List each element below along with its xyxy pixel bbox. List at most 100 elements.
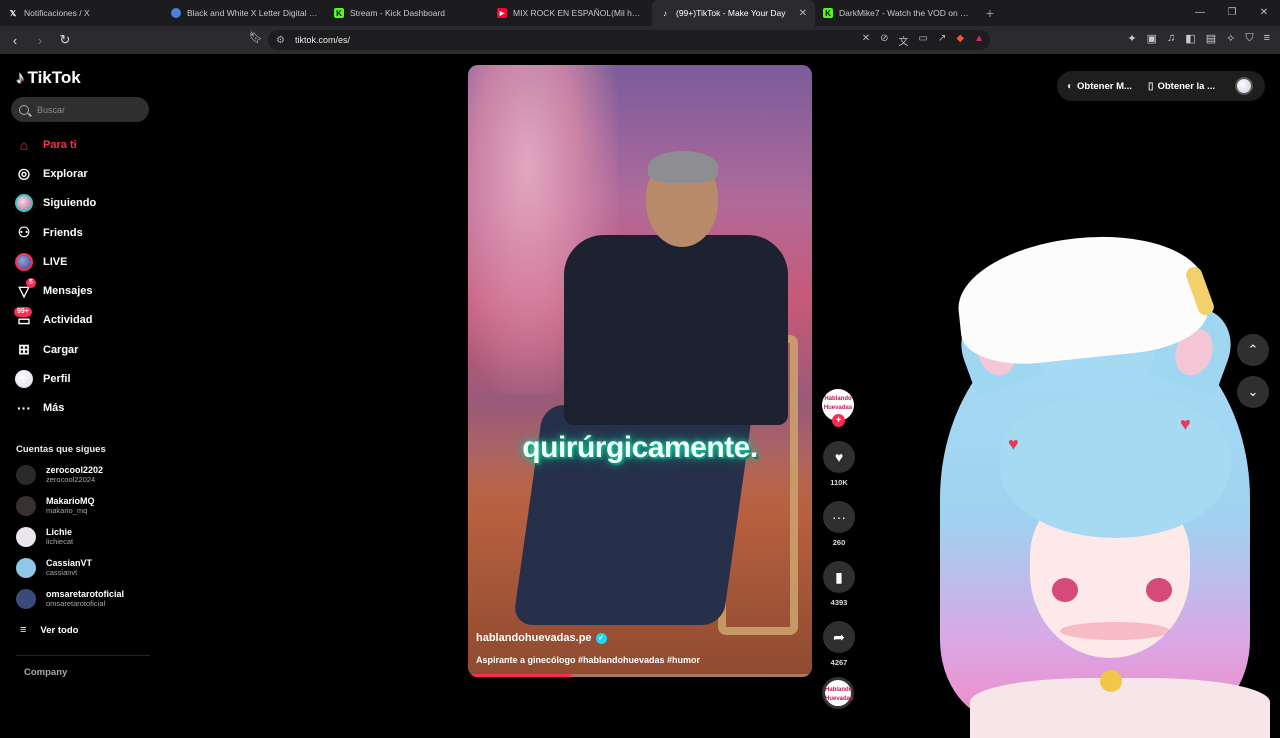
account-handle: zerocool22024	[46, 475, 96, 484]
home-icon: ⌂	[19, 136, 29, 153]
get-app-button[interactable]: ▯ Obtener la ...	[1148, 81, 1215, 92]
leo-ai-icon[interactable]: ✧	[1226, 32, 1235, 45]
minimize-icon[interactable]: —	[1184, 0, 1216, 26]
music-disc-text: Hablando Huevadas	[825, 687, 854, 702]
video-author-name: hablandohuevadas.pe	[476, 632, 592, 644]
address-bar[interactable]: ⚙︎ tiktok.com/es/ ✕ ⊘ 文 ▭ ↗ ◆ ▲	[268, 30, 990, 50]
video-description[interactable]: Aspirante a ginecólogo #hablandohuevadas…	[476, 655, 700, 665]
sidebar-item-label: Mensajes	[43, 285, 93, 298]
following-account[interactable]: omsaretarotoficial omsaretarotoficial	[16, 585, 156, 613]
sidebar-item-label: Más	[43, 402, 65, 415]
search-input[interactable]: Buscar	[11, 97, 149, 122]
comment-icon[interactable]: ···	[823, 501, 855, 533]
creator-avatar-text: Hablando Huevadas	[823, 396, 853, 411]
vpn-icon[interactable]: ⛉	[1245, 32, 1253, 45]
sidebar-item-mas[interactable]: ··· Más	[14, 394, 164, 423]
vtuber-overlay: ♥ ♥	[910, 225, 1280, 738]
account-avatar	[16, 465, 36, 485]
account-name: MakarioMQ	[46, 496, 95, 506]
sidebar-item-siguiendo[interactable]: Siguiendo	[14, 189, 164, 218]
following-account[interactable]: zerocool2202 zerocool22024	[16, 461, 156, 489]
sidebar-item-label: Friends	[43, 226, 83, 239]
new-tab-button[interactable]: +	[978, 5, 1002, 21]
following-account[interactable]: MakarioMQ makario_mq	[16, 492, 156, 520]
mute-icon[interactable]: ✕	[862, 33, 870, 48]
brand-name: TikTok	[27, 68, 81, 87]
sidebar-item-cargar[interactable]: ⊞ Cargar	[14, 335, 164, 364]
translate-icon[interactable]: 文	[899, 33, 909, 48]
search-icon	[19, 104, 29, 115]
user-avatar[interactable]	[1235, 77, 1253, 95]
tab-x-notifications[interactable]: 𝕏 Notificaciones / X	[0, 0, 163, 26]
url-text: tiktok.com/es/	[294, 35, 350, 45]
sidebar-divider	[16, 655, 150, 656]
globe-icon	[171, 8, 181, 18]
video-actions: Hablando Huevadas + ♥ 110K ··· 260 ▮ 439…	[822, 389, 856, 709]
following-account[interactable]: CassianVT cassianvt	[16, 554, 156, 582]
tab-tiktok[interactable]: ♪ (99+)TikTok - Make Your Day ✕	[652, 0, 815, 26]
no-camera-icon[interactable]: ⊘	[880, 33, 888, 48]
tab-youtube-mix[interactable]: ▶ MIX ROCK EN ESPAÑOL(Mil horas, Fl	[489, 0, 652, 26]
video-author[interactable]: hablandohuevadas.pe ✓	[476, 632, 607, 644]
close-tab-icon[interactable]: ✕	[799, 8, 807, 19]
address-bar-icons: ✕ ⊘ 文 ▭ ↗ ◆ ▲	[862, 33, 984, 48]
comment-action[interactable]: ··· 260	[822, 501, 856, 547]
sidebar-item-explorar[interactable]: ◎ Explorar	[14, 159, 164, 188]
share-page-icon[interactable]: ↗	[938, 33, 946, 48]
see-all-button[interactable]: ≡ Ver todo	[20, 624, 78, 636]
close-window-icon[interactable]: ✕	[1248, 0, 1280, 26]
sidebar-item-label: Cargar	[43, 343, 79, 356]
bookmark-icon[interactable]: ▮	[823, 561, 855, 593]
tiktok-logo-icon: ♪	[663, 8, 667, 18]
coin-icon: ◐	[1067, 80, 1074, 92]
company-link[interactable]: Company	[24, 667, 67, 678]
extensions-icon[interactable]: ✦	[1127, 32, 1136, 45]
back-icon[interactable]: ‹	[5, 30, 25, 50]
like-count: 110K	[830, 478, 848, 487]
sidebar-item-friends[interactable]: ⚇ Friends	[14, 218, 164, 247]
save-action[interactable]: ▮ 4393	[822, 561, 856, 607]
heart-icon[interactable]: ♥	[823, 441, 855, 473]
brave-rewards-icon[interactable]: ▲	[974, 33, 984, 48]
sidebar-item-para-ti[interactable]: ⌂ Para ti	[14, 130, 164, 159]
following-header: Cuentas que sigues	[16, 444, 106, 455]
screenshot-icon[interactable]: ▣	[1147, 32, 1157, 45]
menu-icon[interactable]: ≡	[1264, 32, 1270, 45]
reload-icon[interactable]: ↻	[55, 30, 75, 50]
following-account[interactable]: Lichie lichiecat	[16, 523, 156, 551]
wallet-icon[interactable]: ▤	[1206, 32, 1216, 45]
follow-plus-icon[interactable]: +	[832, 414, 845, 427]
sidebar-item-label: Siguiendo	[43, 197, 97, 210]
sidebar-item-perfil[interactable]: Perfil	[14, 364, 164, 393]
music-disc[interactable]: Hablando Huevadas	[822, 677, 854, 709]
restore-icon[interactable]: ❐	[1216, 0, 1248, 26]
tab-digital-com[interactable]: Black and White X Letter Digital Com	[163, 0, 326, 26]
bookmark-page-icon[interactable]: 🔖︎	[249, 31, 263, 44]
video-player[interactable]: quirúrgicamente. hablandohuevadas.pe ✓ A…	[468, 65, 812, 677]
sidebar-item-mensajes[interactable]: ▽ 5 Mensajes	[14, 276, 164, 305]
list-icon: ≡	[20, 624, 27, 636]
brave-shield-icon[interactable]: ◆	[956, 33, 964, 48]
tiktok-logo[interactable]: ♪ TikTok	[16, 68, 81, 88]
sidebar-item-actividad[interactable]: ▭ 99+ Actividad	[14, 306, 164, 335]
account-avatar	[16, 589, 36, 609]
share-icon[interactable]: ➦	[823, 621, 855, 653]
site-info-icon[interactable]: ⚙︎	[276, 35, 285, 46]
share-action[interactable]: ➦ 4267	[822, 621, 856, 667]
like-action[interactable]: ♥ 110K	[822, 441, 856, 487]
tab-kick-dashboard[interactable]: K Stream - Kick Dashboard	[326, 0, 489, 26]
account-name: omsaretarotoficial	[46, 589, 125, 599]
music-icon[interactable]: ♫	[1167, 32, 1175, 45]
forward-icon[interactable]: ›	[30, 30, 50, 50]
creator-avatar[interactable]: Hablando Huevadas +	[822, 389, 854, 427]
tab-kick-vod[interactable]: K DarkMike7 - Watch the VOD on Kick	[815, 0, 978, 26]
comment-count: 260	[832, 538, 846, 547]
see-all-label: Ver todo	[40, 624, 79, 636]
kick-logo-icon: K	[334, 8, 344, 18]
video-progress-bar[interactable]	[468, 674, 812, 677]
sidebar-item-live[interactable]: LIVE	[14, 247, 164, 276]
get-coins-button[interactable]: ◐ Obtener M...	[1067, 81, 1132, 92]
sidebar-item-label: Para ti	[43, 138, 77, 151]
sidebar-icon[interactable]: ◧	[1185, 32, 1195, 45]
cast-icon[interactable]: ▭	[919, 33, 928, 48]
